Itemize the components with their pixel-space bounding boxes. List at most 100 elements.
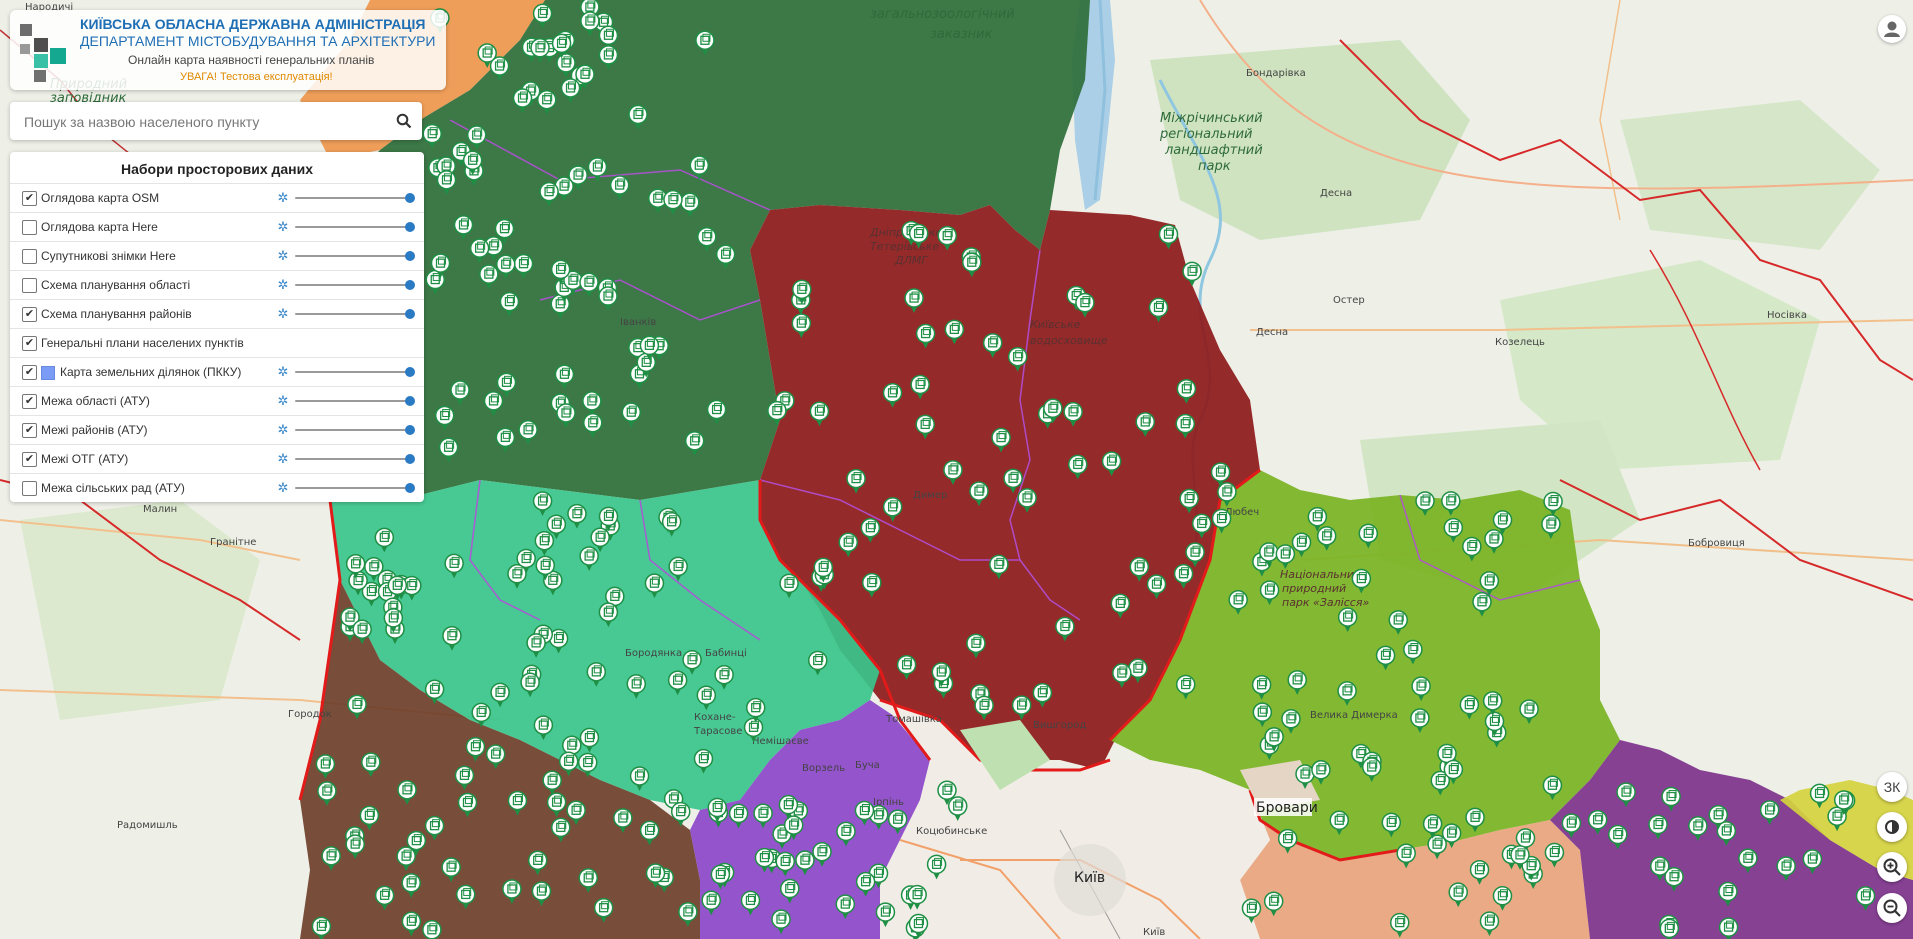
layer-checkbox[interactable]: ✔ xyxy=(22,423,37,438)
layer-checkbox[interactable]: ✔ xyxy=(22,336,37,351)
layer-checkbox[interactable] xyxy=(22,249,37,264)
opacity-slider-knob[interactable] xyxy=(405,280,415,290)
opacity-slider[interactable] xyxy=(295,396,415,406)
theme-button[interactable] xyxy=(1877,812,1907,842)
svg-text:Вишгород: Вишгород xyxy=(1033,720,1086,731)
svg-text:Національний: Національний xyxy=(1280,568,1361,581)
svg-text:природний: природний xyxy=(1282,582,1346,595)
layer-checkbox[interactable] xyxy=(22,481,37,496)
layer-row[interactable]: ✔ Межі районів (АТУ) ✲ xyxy=(10,415,424,444)
search-input[interactable] xyxy=(22,111,396,133)
svg-text:Радомишль: Радомишль xyxy=(117,820,178,831)
basemap-button[interactable]: ЗК xyxy=(1877,772,1907,802)
opacity-slider-knob[interactable] xyxy=(405,454,415,464)
layer-row[interactable]: Супутникові знімки Here ✲ xyxy=(10,241,424,270)
svg-text:Київ: Київ xyxy=(1143,927,1165,938)
layer-checkbox[interactable]: ✔ xyxy=(22,394,37,409)
opacity-slider-knob[interactable] xyxy=(405,193,415,203)
opacity-slider[interactable] xyxy=(295,251,415,261)
svg-text:Городок: Городок xyxy=(288,709,332,720)
layer-row[interactable]: ✔ Оглядова карта OSM ✲ xyxy=(10,183,424,212)
svg-text:заказник: заказник xyxy=(930,27,993,42)
layer-row[interactable]: ✔ Схема планування районів ✲ xyxy=(10,299,424,328)
layer-label: Межі ОТГ (АТУ) xyxy=(41,452,129,466)
opacity-slider[interactable] xyxy=(295,280,415,290)
header-warning: УВАГА! Тестова експлуатація! xyxy=(180,71,333,83)
layer-row[interactable]: Межа сільських рад (АТУ) ✲ xyxy=(10,473,424,502)
layer-row[interactable]: ✔ Генеральні плани населених пунктів xyxy=(10,328,424,357)
zoom-out-icon xyxy=(1883,899,1901,917)
layer-settings-icon[interactable]: ✲ xyxy=(276,365,290,379)
svg-text:Остер: Остер xyxy=(1333,295,1365,306)
contrast-icon xyxy=(1885,820,1899,834)
opacity-slider[interactable] xyxy=(295,425,415,435)
layer-label: Схема планування області xyxy=(41,278,191,292)
svg-text:загальнозоологічний: загальнозоологічний xyxy=(870,7,1015,22)
layer-label: Оглядова карта OSM xyxy=(41,191,160,205)
opacity-slider-knob[interactable] xyxy=(405,222,415,232)
svg-text:Іванків: Іванків xyxy=(620,316,656,328)
layer-checkbox[interactable]: ✔ xyxy=(22,365,37,380)
opacity-slider[interactable] xyxy=(295,483,415,493)
layer-settings-icon[interactable]: ✲ xyxy=(276,394,290,408)
search-icon[interactable] xyxy=(396,113,412,129)
layer-row[interactable]: ✔ Межі ОТГ (АТУ) ✲ xyxy=(10,444,424,473)
zoom-out-button[interactable] xyxy=(1877,893,1907,923)
svg-text:парк: парк xyxy=(1198,159,1231,174)
zoom-in-button[interactable] xyxy=(1877,852,1907,882)
layer-settings-icon[interactable]: ✲ xyxy=(276,278,290,292)
layer-settings-icon[interactable]: ✲ xyxy=(276,191,290,205)
svg-text:Київ: Київ xyxy=(1074,870,1105,886)
user-icon xyxy=(1884,21,1900,37)
layer-settings-icon[interactable]: ✲ xyxy=(276,249,290,263)
opacity-slider[interactable] xyxy=(295,454,415,464)
svg-text:Немішаєве: Немішаєве xyxy=(752,735,809,747)
svg-text:Велика Димерка: Велика Димерка xyxy=(1310,710,1398,721)
layer-checkbox[interactable]: ✔ xyxy=(22,191,37,206)
svg-text:Кохане-: Кохане- xyxy=(694,712,736,723)
layer-settings-icon[interactable]: ✲ xyxy=(276,423,290,437)
layer-checkbox[interactable] xyxy=(22,278,37,293)
layer-label: Схема планування районів xyxy=(41,307,192,321)
layer-settings-icon[interactable]: ✲ xyxy=(276,452,290,466)
layer-label: Межі районів (АТУ) xyxy=(41,423,148,437)
svg-text:Козелець: Козелець xyxy=(1495,337,1545,348)
opacity-slider-knob[interactable] xyxy=(405,309,415,319)
layer-settings-icon[interactable]: ✲ xyxy=(276,307,290,321)
header-title-line1: КИЇВСЬКА ОБЛАСНА ДЕРЖАВНА АДМІНІСТРАЦІЯ xyxy=(80,16,426,32)
svg-text:Міжрічинський: Міжрічинський xyxy=(1160,111,1263,126)
svg-text:Гранітне: Гранітне xyxy=(210,536,256,548)
opacity-slider[interactable] xyxy=(295,367,415,377)
svg-text:Тарасове: Тарасове xyxy=(693,726,742,737)
logo-icon xyxy=(20,24,66,82)
general-plan-marker[interactable] xyxy=(422,920,442,939)
opacity-slider[interactable] xyxy=(295,309,415,319)
layer-checkbox[interactable]: ✔ xyxy=(22,307,37,322)
svg-text:Бородянка: Бородянка xyxy=(625,648,682,659)
opacity-slider-knob[interactable] xyxy=(405,367,415,377)
layer-list: ✔ Оглядова карта OSM ✲ Оглядова карта Here ✲… xyxy=(10,183,424,502)
layer-settings-icon[interactable]: ✲ xyxy=(276,481,290,495)
svg-text:Бондарівка: Бондарівка xyxy=(1246,67,1306,79)
header-title-line2: ДЕПАРТАМЕНТ МІСТОБУДУВАННЯ ТА АРХІТЕКТУР… xyxy=(80,33,436,49)
layer-row[interactable]: ✔ Межа області (АТУ) ✲ xyxy=(10,386,424,415)
opacity-slider[interactable] xyxy=(295,193,415,203)
opacity-slider[interactable] xyxy=(295,222,415,232)
layer-row[interactable]: ✔ Карта земельних ділянок (ПККУ) ✲ xyxy=(10,357,424,386)
layer-settings-icon[interactable]: ✲ xyxy=(276,220,290,234)
layer-checkbox[interactable]: ✔ xyxy=(22,452,37,467)
layer-row[interactable]: Схема планування області ✲ xyxy=(10,270,424,299)
layer-label: Супутникові знімки Here xyxy=(41,249,176,263)
layer-label: Оглядова карта Here xyxy=(41,220,158,234)
layer-label: Межа сільських рад (АТУ) xyxy=(41,481,185,495)
layer-checkbox[interactable] xyxy=(22,220,37,235)
layer-row[interactable]: Оглядова карта Here ✲ xyxy=(10,212,424,241)
svg-text:Томашівка: Томашівка xyxy=(885,713,942,725)
opacity-slider-knob[interactable] xyxy=(405,425,415,435)
user-button[interactable] xyxy=(1878,15,1906,43)
svg-text:Димер: Димер xyxy=(913,490,947,501)
opacity-slider-knob[interactable] xyxy=(405,483,415,493)
opacity-slider-knob[interactable] xyxy=(405,396,415,406)
opacity-slider-knob[interactable] xyxy=(405,251,415,261)
svg-text:Бобровиця: Бобровиця xyxy=(1688,538,1745,549)
